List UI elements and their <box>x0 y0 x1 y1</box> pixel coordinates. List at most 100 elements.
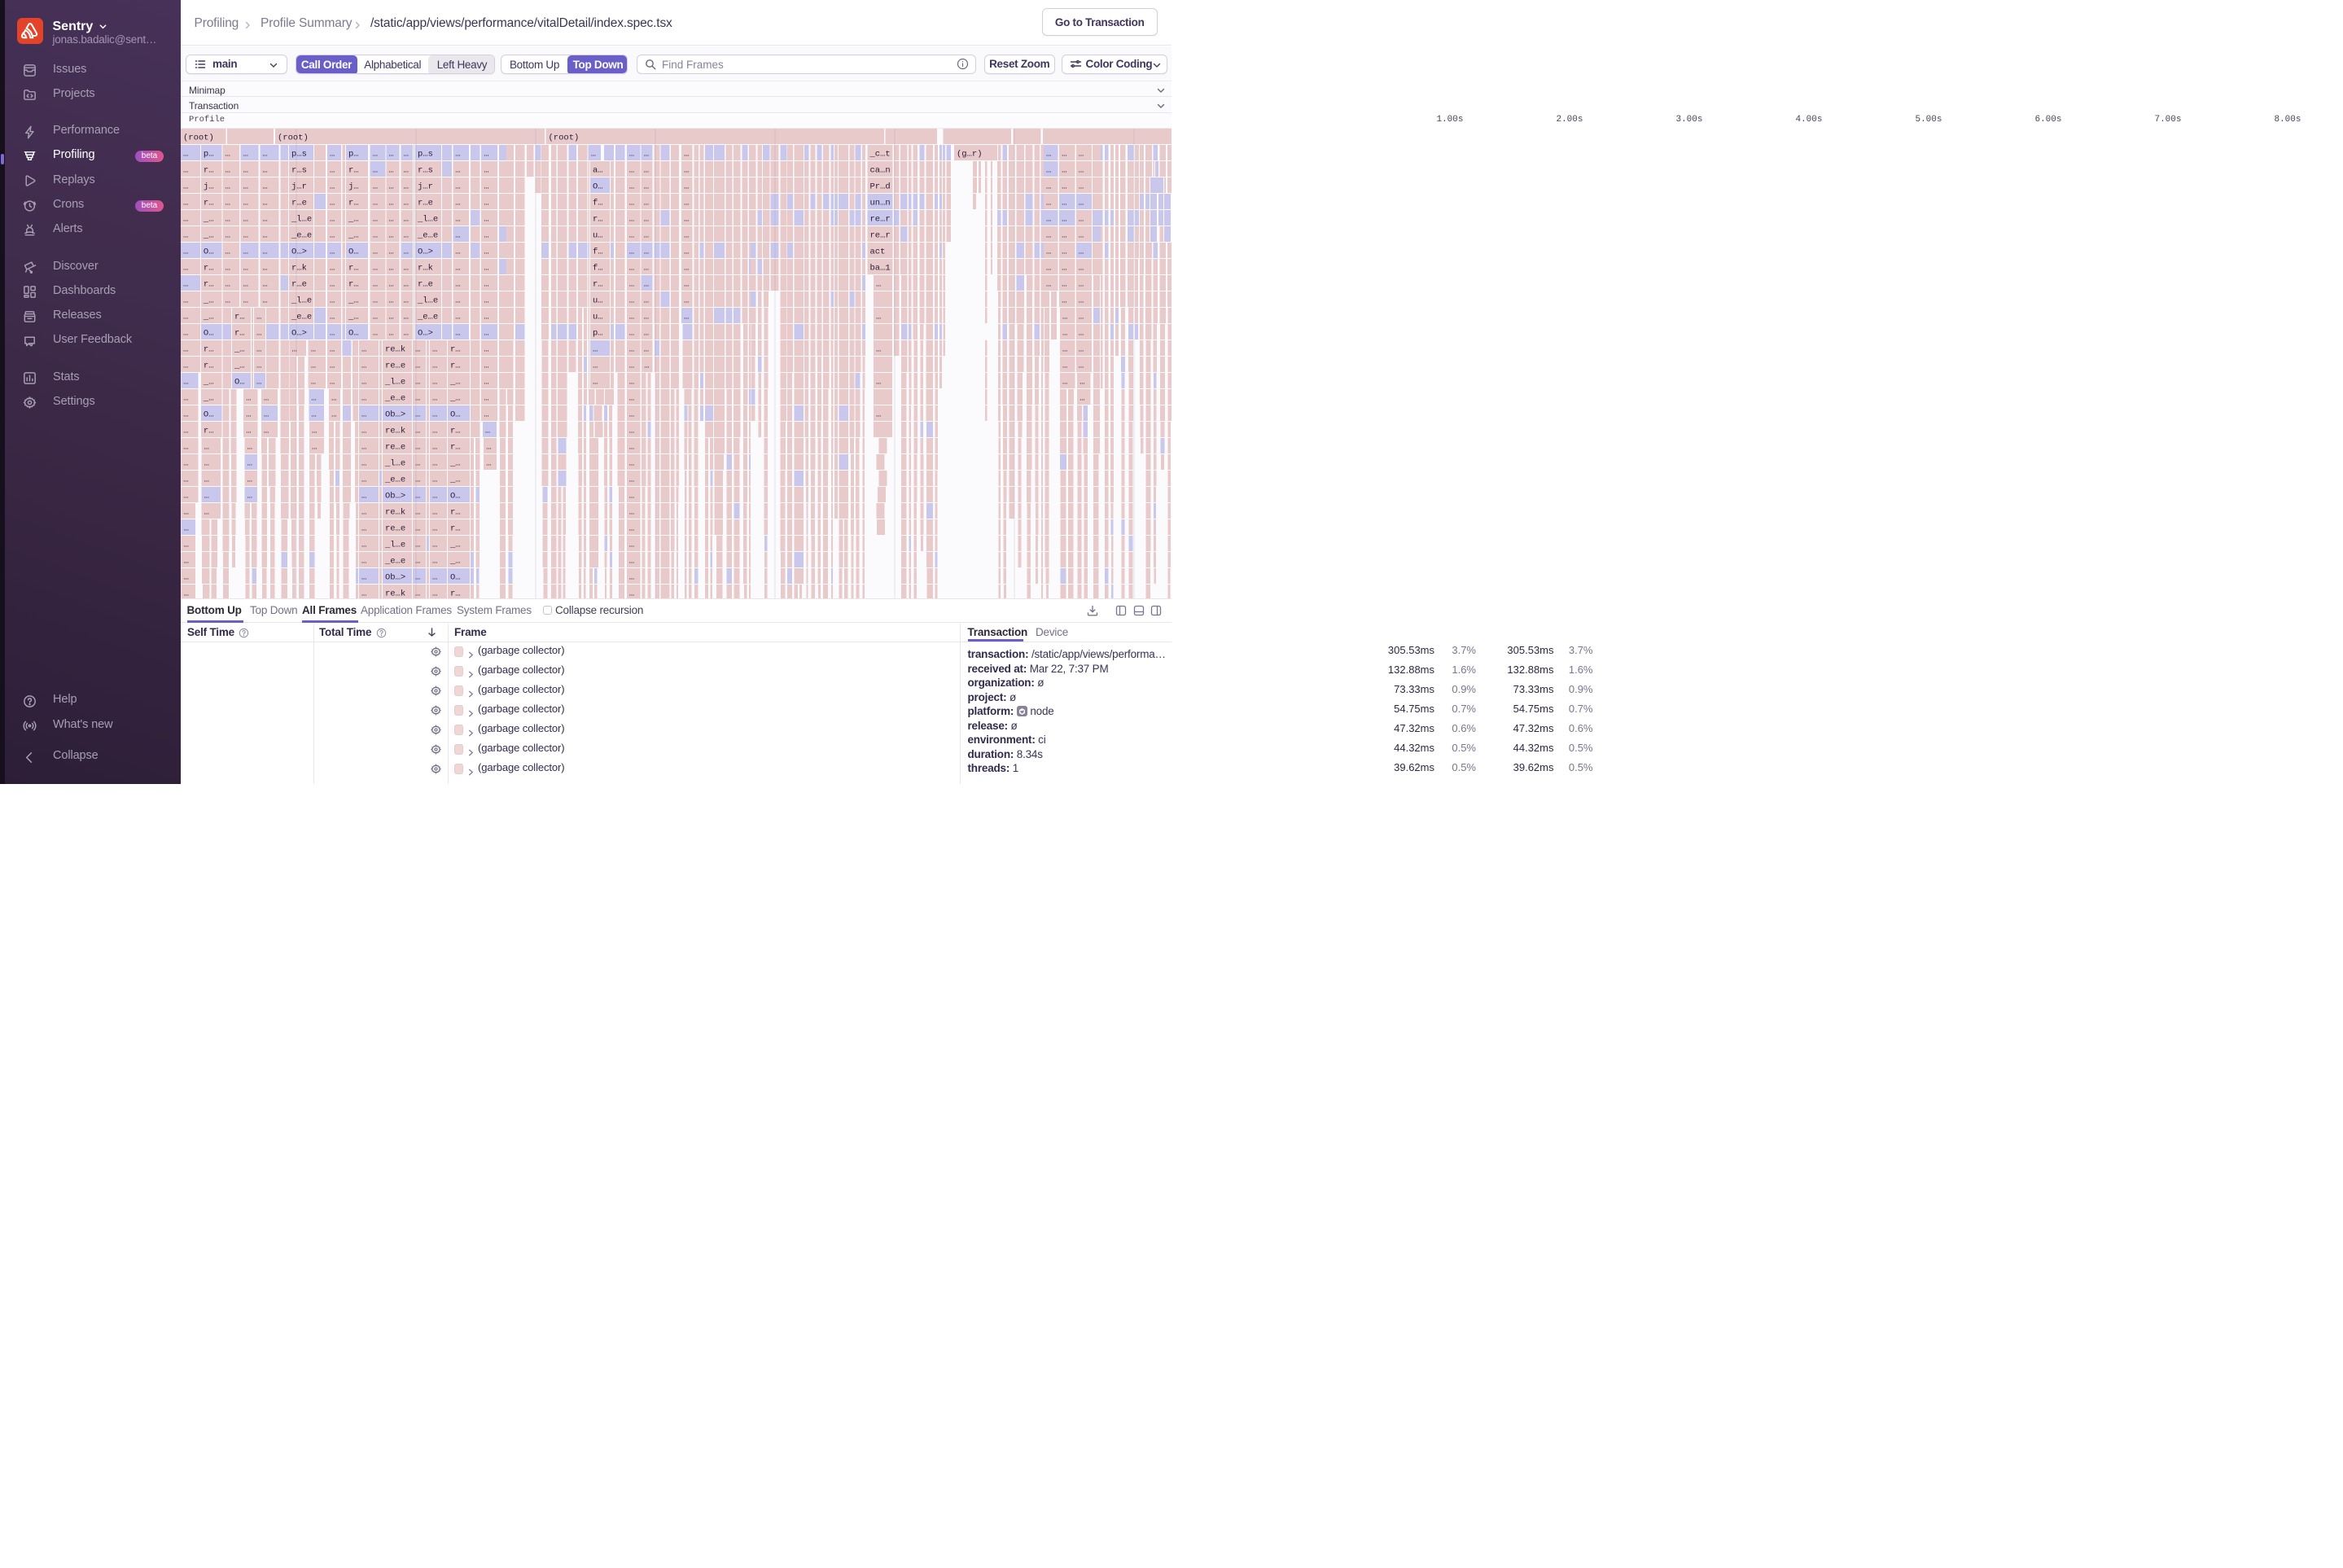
svg-text:…: … <box>183 182 188 191</box>
svg-text:…: … <box>629 296 634 305</box>
svg-text:…: … <box>292 344 297 354</box>
svg-text:…: … <box>243 165 248 175</box>
svg-text:r…: r… <box>234 312 245 322</box>
svg-text:…: … <box>455 312 460 322</box>
svg-text:…: … <box>432 540 437 550</box>
svg-text:_…: _… <box>348 214 359 224</box>
svg-text:…: … <box>644 344 649 354</box>
svg-text:…: … <box>1079 296 1084 305</box>
svg-text:…: … <box>644 149 649 159</box>
svg-text:…: … <box>876 279 881 289</box>
svg-text:…: … <box>361 377 366 387</box>
svg-text:…: … <box>361 393 366 403</box>
svg-text:…: … <box>684 149 689 159</box>
svg-text:…: … <box>1046 263 1051 273</box>
svg-text:…: … <box>1046 214 1051 224</box>
svg-text:…: … <box>484 214 488 224</box>
svg-text:…: … <box>1062 344 1067 354</box>
svg-text:…: … <box>226 198 230 208</box>
svg-text:re…k: re…k <box>385 507 405 517</box>
svg-text:…: … <box>629 165 634 175</box>
svg-text:…: … <box>415 426 420 436</box>
svg-text:…: … <box>1079 230 1084 240</box>
svg-text:…: … <box>331 393 336 403</box>
svg-text:…: … <box>330 328 335 338</box>
svg-text:r…: r… <box>450 589 461 598</box>
svg-text:…: … <box>876 410 881 419</box>
svg-text:…: … <box>373 165 378 175</box>
svg-text:…: … <box>1079 328 1084 338</box>
svg-text:f…: f… <box>593 263 603 273</box>
svg-text:…: … <box>361 475 366 484</box>
svg-text:…: … <box>629 572 634 582</box>
svg-text:…: … <box>1062 247 1066 256</box>
svg-text:…: … <box>684 247 689 256</box>
svg-text:…: … <box>361 523 366 533</box>
svg-text:r…: r… <box>204 198 214 208</box>
svg-text:…: … <box>432 426 437 436</box>
svg-text:…: … <box>226 263 230 273</box>
svg-text:…: … <box>432 393 437 403</box>
svg-text:…: … <box>1079 344 1084 354</box>
svg-text:act: act <box>870 247 886 256</box>
svg-text:…: … <box>247 458 252 468</box>
svg-text:…: … <box>311 361 316 370</box>
svg-text:(g…r): (g…r) <box>957 149 983 159</box>
svg-text:…: … <box>644 328 649 338</box>
svg-text:…: … <box>312 442 317 452</box>
svg-text:O…>: O…> <box>418 247 433 256</box>
svg-text:…: … <box>629 556 634 566</box>
svg-text:…: … <box>226 296 230 305</box>
svg-text:…: … <box>455 165 460 175</box>
svg-text:…: … <box>455 263 460 273</box>
svg-text:…: … <box>876 344 881 354</box>
svg-text:_…: _… <box>348 230 359 240</box>
svg-text:r…s: r…s <box>291 165 307 175</box>
svg-text:…: … <box>876 312 881 322</box>
svg-text:…: … <box>373 214 378 224</box>
svg-text:…: … <box>415 491 420 501</box>
svg-text:_…: _… <box>449 377 461 387</box>
svg-text:…: … <box>373 198 378 208</box>
svg-text:…: … <box>388 198 393 208</box>
svg-text:Ob…>: Ob…> <box>385 491 405 501</box>
svg-text:f…: f… <box>593 247 603 256</box>
svg-text:O…>: O…> <box>291 247 307 256</box>
svg-text:…: … <box>404 230 409 240</box>
svg-text:…: … <box>243 296 248 305</box>
svg-text:…: … <box>262 198 267 208</box>
svg-text:…: … <box>243 182 248 191</box>
svg-text:…: … <box>432 507 437 517</box>
svg-text:O…: O… <box>204 410 214 419</box>
svg-text:…: … <box>330 149 335 159</box>
svg-text:…: … <box>415 393 420 403</box>
svg-text:…: … <box>226 230 230 240</box>
svg-text:p…: p… <box>593 328 603 338</box>
svg-text:…: … <box>204 442 209 452</box>
svg-text:…: … <box>183 442 188 452</box>
svg-text:_…: _… <box>203 393 214 403</box>
svg-text:…: … <box>404 149 409 159</box>
svg-text:…: … <box>415 523 420 533</box>
svg-text:…: … <box>330 296 335 305</box>
svg-text:_l…e: _l…e <box>417 296 438 305</box>
svg-text:_…: _… <box>203 312 214 322</box>
svg-text:re…e: re…e <box>385 361 405 370</box>
svg-text:…: … <box>404 328 409 338</box>
svg-text:…: … <box>388 182 393 191</box>
svg-text:…: … <box>256 377 261 387</box>
svg-text:…: … <box>1046 198 1051 208</box>
svg-text:…: … <box>432 523 437 533</box>
svg-text:…: … <box>415 361 420 370</box>
svg-text:…: … <box>1079 165 1084 175</box>
svg-text:j…r: j…r <box>291 182 307 191</box>
svg-text:…: … <box>1079 198 1084 208</box>
svg-text:…: … <box>644 361 649 370</box>
svg-text:O…: O… <box>450 410 461 419</box>
svg-text:…: … <box>330 247 335 256</box>
svg-text:…: … <box>484 230 488 240</box>
svg-text:r…: r… <box>450 344 461 354</box>
svg-text:…: … <box>644 230 649 240</box>
svg-text:…: … <box>264 426 269 436</box>
svg-text:Ob…>: Ob…> <box>385 410 405 419</box>
